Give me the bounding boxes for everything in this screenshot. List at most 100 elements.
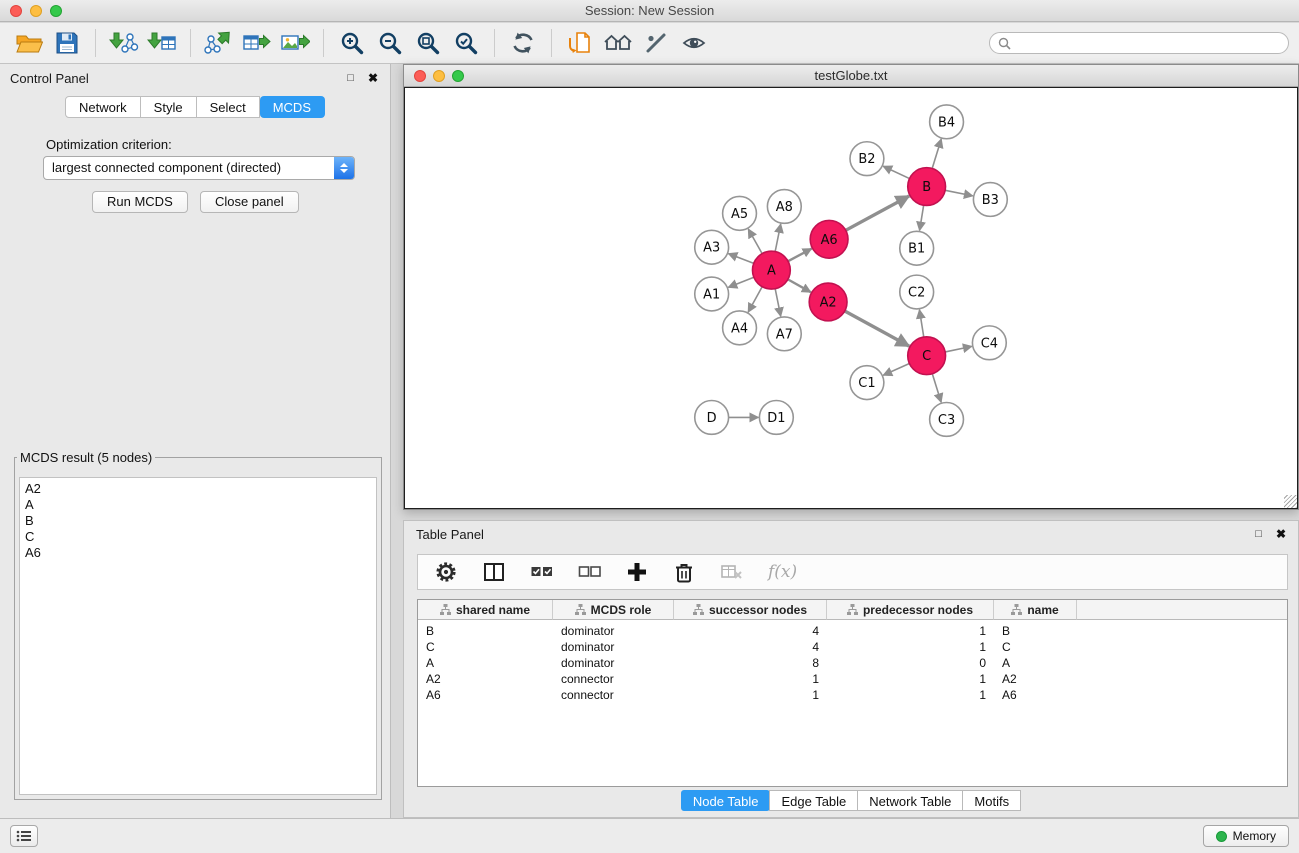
- homes-button[interactable]: [599, 26, 637, 60]
- table-row[interactable]: A6connector11A6: [418, 687, 1287, 703]
- tab-select[interactable]: Select: [197, 96, 260, 118]
- deselect-all-button[interactable]: [578, 562, 602, 582]
- tab-network[interactable]: Network: [65, 96, 141, 118]
- graph-edge-B-B4[interactable]: [932, 139, 941, 168]
- import-table-button[interactable]: [143, 26, 181, 60]
- network-canvas[interactable]: B4 B2 B B3 A8 A5 A6 B1 A3 A A1 C2 A2 A4 A7 C4 C C1 C3 D D1: [404, 87, 1298, 509]
- zoom-fit-button[interactable]: [409, 26, 447, 60]
- graph-edge-A-A3[interactable]: [728, 254, 753, 264]
- graph-node-A8[interactable]: A8: [767, 190, 801, 224]
- zoom-out-button[interactable]: [371, 26, 409, 60]
- table-row[interactable]: Adominator80A: [418, 655, 1287, 671]
- column-header-successor-nodes[interactable]: successor nodes: [674, 600, 827, 620]
- graph-edge-A2-C[interactable]: [845, 311, 909, 346]
- resize-grip[interactable]: [1284, 495, 1297, 508]
- network-graph[interactable]: B4 B2 B B3 A8 A5 A6 B1 A3 A A1 C2 A2 A4 A7 C4 C C1 C3 D D1: [405, 88, 1297, 508]
- table-row[interactable]: A2connector11A2: [418, 671, 1287, 687]
- task-history-button[interactable]: [10, 825, 38, 847]
- zoom-selected-button[interactable]: [447, 26, 485, 60]
- graph-node-A3[interactable]: A3: [695, 230, 729, 264]
- graph-node-C3[interactable]: C3: [930, 403, 964, 437]
- search-input[interactable]: [1016, 36, 1280, 51]
- export-network-button[interactable]: [200, 26, 238, 60]
- column-header-shared-name[interactable]: shared name: [418, 600, 553, 620]
- graph-edge-A-A4[interactable]: [748, 287, 762, 312]
- close-panel-icon[interactable]: ✖: [368, 71, 378, 85]
- graph-edge-C-C3[interactable]: [932, 374, 941, 403]
- graph-node-C4[interactable]: C4: [972, 326, 1006, 360]
- graph-edge-C-C2[interactable]: [919, 310, 923, 337]
- zoom-in-button[interactable]: [333, 26, 371, 60]
- select-all-button[interactable]: [530, 562, 554, 582]
- graph-node-A1[interactable]: A1: [695, 277, 729, 311]
- tab-mcds[interactable]: MCDS: [260, 96, 325, 118]
- run-mcds-button[interactable]: Run MCDS: [92, 191, 188, 213]
- table-row[interactable]: Cdominator41C: [418, 639, 1287, 655]
- graph-edge-B-B2[interactable]: [883, 166, 909, 178]
- tab-node-table[interactable]: Node Table: [681, 790, 771, 811]
- graph-node-A2[interactable]: A2: [809, 283, 847, 321]
- graph-node-A[interactable]: A: [752, 251, 790, 289]
- graph-node-B4[interactable]: B4: [930, 105, 964, 139]
- graph-edge-A-A2[interactable]: [788, 279, 811, 292]
- graph-edge-A-A1[interactable]: [728, 277, 754, 287]
- graph-edge-A6-B[interactable]: [846, 196, 909, 230]
- table-cell: 1: [827, 640, 994, 654]
- column-header-predecessor-nodes[interactable]: predecessor nodes: [827, 600, 994, 620]
- graph-node-A5[interactable]: A5: [723, 196, 757, 230]
- graph-edge-C-C4[interactable]: [945, 346, 972, 352]
- import-network-button[interactable]: [105, 26, 143, 60]
- close-window-button[interactable]: [10, 5, 22, 17]
- network-minimize-button[interactable]: [433, 70, 445, 82]
- graph-edge-B-B1[interactable]: [920, 205, 924, 230]
- show-columns-button[interactable]: [482, 560, 506, 584]
- network-close-button[interactable]: [414, 70, 426, 82]
- graph-node-A4[interactable]: A4: [723, 311, 757, 345]
- graph-node-B2[interactable]: B2: [850, 142, 884, 176]
- zoom-window-button[interactable]: [50, 5, 62, 17]
- table-float-icon[interactable]: □: [1255, 528, 1262, 540]
- graph-node-A6[interactable]: A6: [810, 220, 848, 258]
- minimize-window-button[interactable]: [30, 5, 42, 17]
- graph-edge-A-A6[interactable]: [788, 249, 811, 262]
- graph-edge-A-A5[interactable]: [748, 229, 762, 254]
- graph-edge-A-A7[interactable]: [775, 289, 781, 317]
- close-panel-button[interactable]: Close panel: [200, 191, 299, 213]
- column-header-MCDS-role[interactable]: MCDS role: [553, 600, 674, 620]
- graph-node-B1[interactable]: B1: [900, 231, 934, 265]
- table-close-icon[interactable]: ✖: [1276, 527, 1286, 541]
- graph-node-C1[interactable]: C1: [850, 366, 884, 400]
- duplicate-network-button[interactable]: [561, 26, 599, 60]
- graph-node-D1[interactable]: D1: [759, 401, 793, 435]
- export-image-button[interactable]: [276, 26, 314, 60]
- criterion-select[interactable]: largest connected component (directed): [43, 156, 355, 180]
- graph-node-C[interactable]: C: [908, 337, 946, 375]
- open-session-button[interactable]: [10, 26, 48, 60]
- table-settings-button[interactable]: [434, 560, 458, 584]
- graph-node-B[interactable]: B: [908, 168, 946, 206]
- tab-edge-table[interactable]: Edge Table: [769, 790, 858, 811]
- float-panel-icon[interactable]: □: [347, 72, 354, 84]
- refresh-button[interactable]: [504, 26, 542, 60]
- graph-edge-C-C1[interactable]: [883, 363, 909, 375]
- graph-node-D[interactable]: D: [695, 401, 729, 435]
- select-stepper[interactable]: [334, 157, 354, 179]
- graph-node-C2[interactable]: C2: [900, 275, 934, 309]
- add-column-button[interactable]: [626, 561, 648, 583]
- network-zoom-button[interactable]: [452, 70, 464, 82]
- save-session-button[interactable]: [48, 26, 86, 60]
- graph-node-B3[interactable]: B3: [973, 183, 1007, 217]
- graph-edge-B-B3[interactable]: [945, 190, 973, 196]
- graph-edge-A-A8[interactable]: [775, 224, 781, 252]
- tab-network-table[interactable]: Network Table: [857, 790, 963, 811]
- tab-style[interactable]: Style: [141, 96, 197, 118]
- show-hide-button[interactable]: [675, 26, 713, 60]
- delete-column-button[interactable]: [672, 560, 696, 584]
- graph-node-A7[interactable]: A7: [767, 317, 801, 351]
- table-row[interactable]: Bdominator41B: [418, 623, 1287, 639]
- tab-motifs[interactable]: Motifs: [962, 790, 1021, 811]
- export-table-button[interactable]: [238, 26, 276, 60]
- memory-button[interactable]: Memory: [1203, 825, 1289, 847]
- column-header-name[interactable]: name: [994, 600, 1077, 620]
- graphics-details-button[interactable]: [637, 26, 675, 60]
